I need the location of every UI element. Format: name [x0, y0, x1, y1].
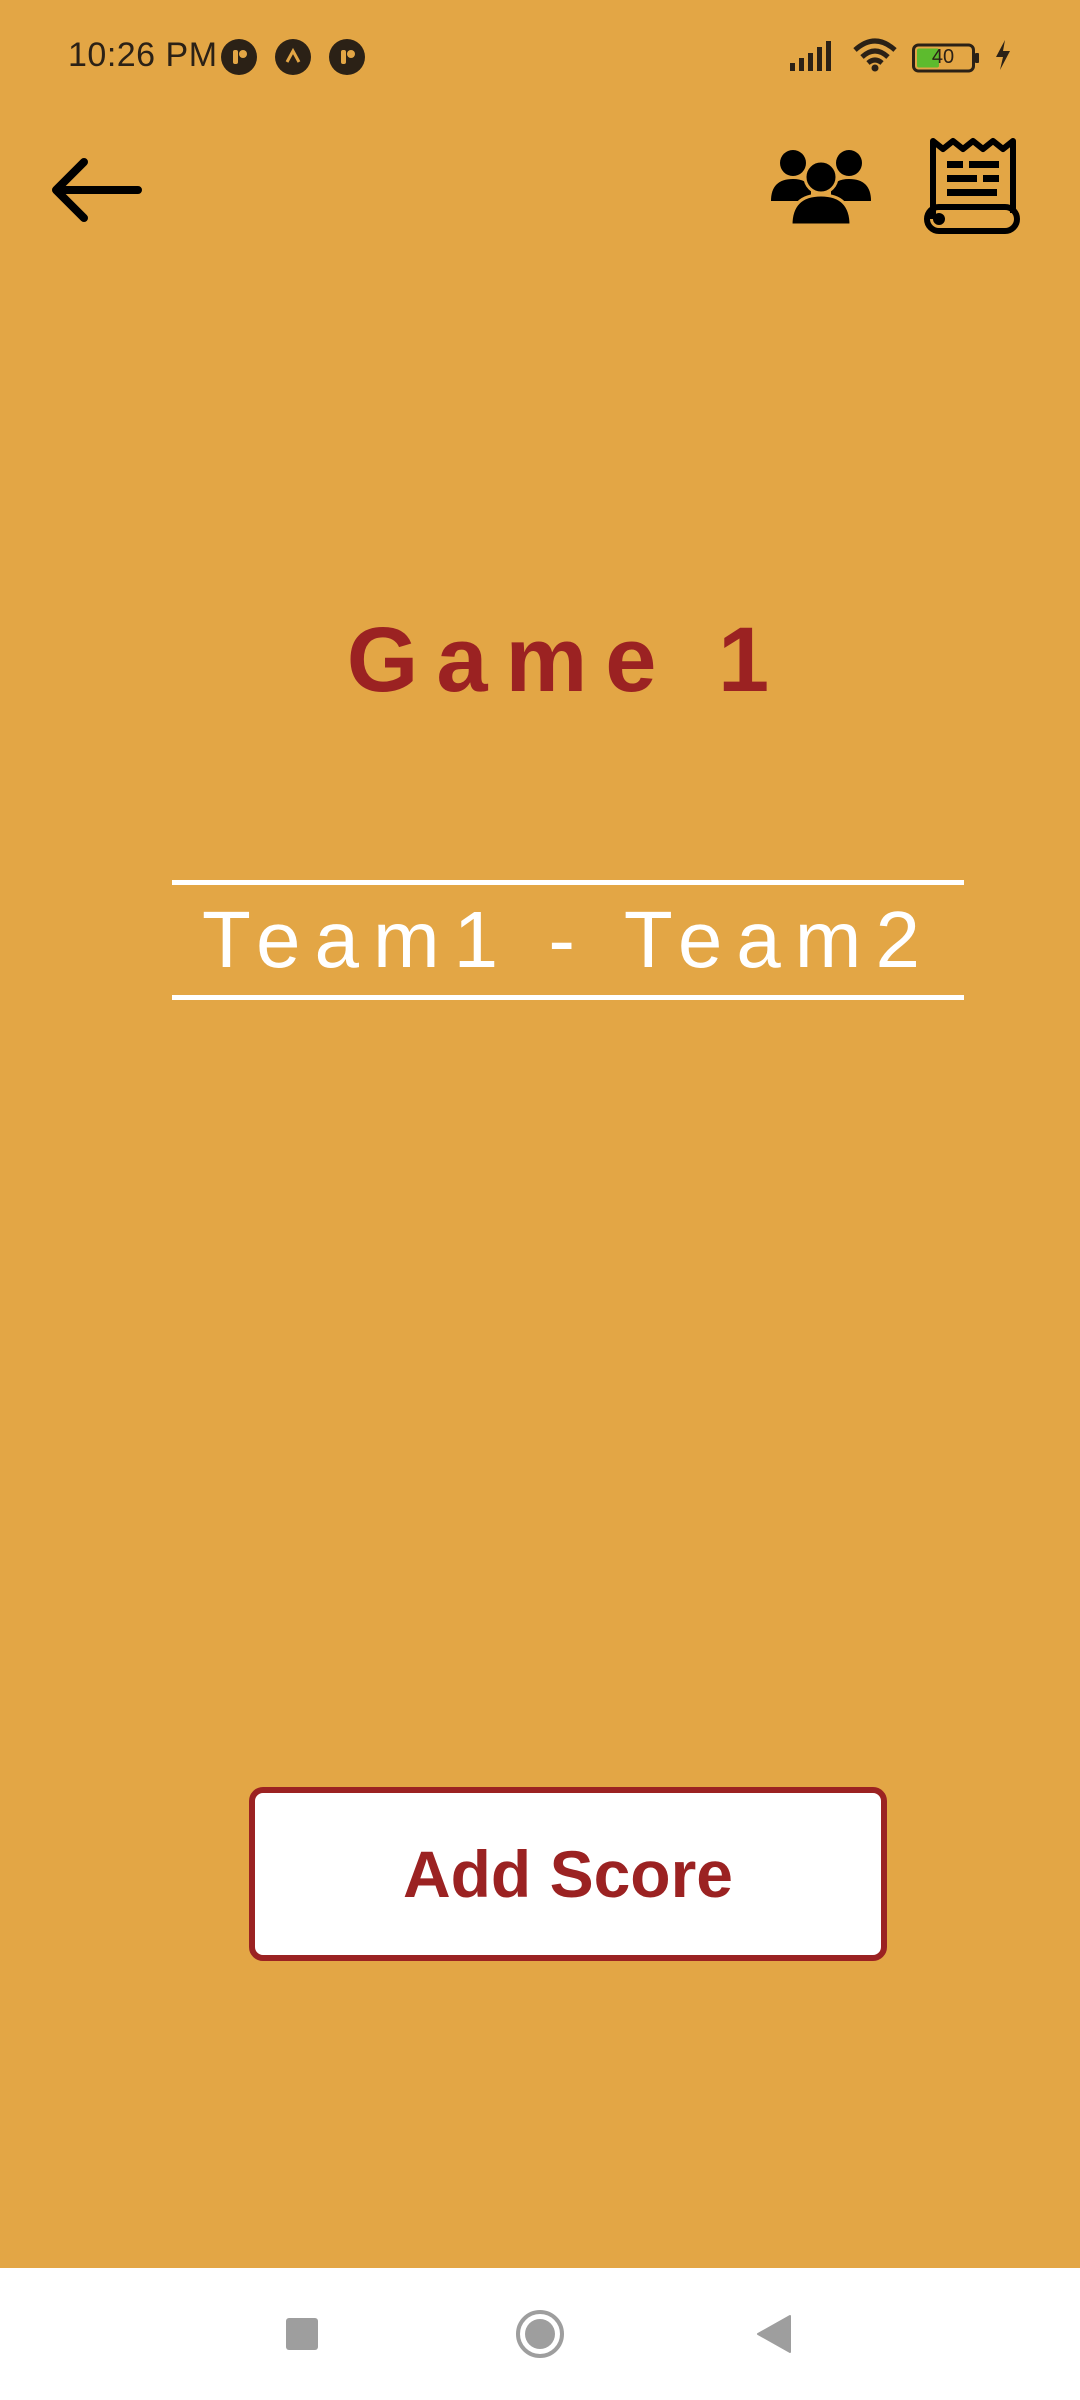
nav-back-button[interactable] — [734, 2294, 814, 2374]
teams-button[interactable] — [768, 140, 874, 230]
battery-icon: 40 — [912, 42, 980, 74]
signal-icon — [790, 39, 838, 76]
team-matchup-label: Team1 - Team2 — [202, 895, 934, 984]
game-title: Game 1 — [346, 609, 788, 711]
back-triangle-icon — [757, 2315, 791, 2353]
recents-button[interactable] — [262, 2294, 342, 2374]
receipt-scroll-icon — [924, 138, 1020, 234]
team-matchup: Team1 - Team2 — [172, 880, 964, 1000]
home-button[interactable] — [500, 2294, 580, 2374]
system-nav-bar — [0, 2268, 1080, 2400]
home-circle-icon — [516, 2310, 564, 2358]
recents-square-icon — [286, 2318, 318, 2350]
users-group-icon — [771, 150, 871, 225]
notification-icon — [221, 39, 257, 75]
arrow-left-icon — [52, 158, 142, 222]
charging-icon — [994, 39, 1012, 76]
add-score-button[interactable]: Add Score — [249, 1787, 887, 1961]
notification-icon — [329, 39, 365, 75]
back-button[interactable] — [46, 150, 146, 230]
status-system-icons: 40 — [790, 38, 1012, 77]
status-notifications — [221, 39, 365, 75]
status-bar: 10:26 PM 40 — [0, 0, 1080, 120]
battery-level: 40 — [931, 45, 955, 68]
score-history-button[interactable] — [916, 130, 1026, 240]
wifi-icon — [852, 38, 898, 77]
arrow-up-icon — [275, 39, 311, 75]
status-time: 10:26 PM — [68, 36, 218, 74]
